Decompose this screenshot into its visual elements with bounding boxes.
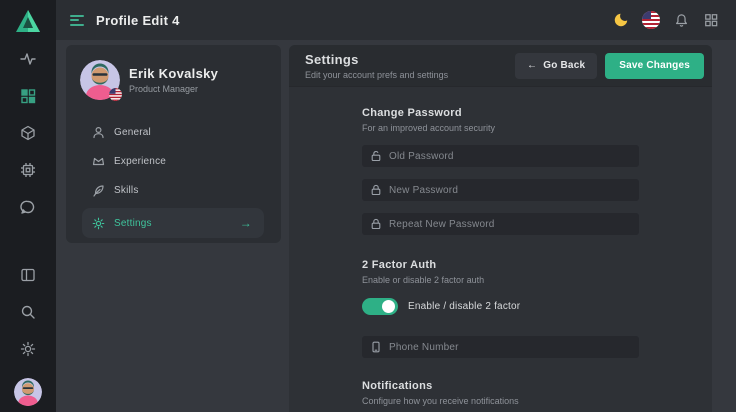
- phone-number-input[interactable]: [389, 342, 631, 353]
- crown-icon: [92, 155, 105, 168]
- phone-number-field[interactable]: [362, 336, 639, 358]
- settings-form: Change Password For an improved account …: [362, 107, 639, 406]
- settings-panel: Settings Edit your account prefs and set…: [289, 45, 712, 412]
- settings-title: Settings: [305, 52, 448, 67]
- menu-item-label: General: [114, 127, 151, 138]
- moon-icon[interactable]: [612, 11, 630, 29]
- right-arrow-icon: →: [240, 216, 252, 230]
- menu-item-label: Settings: [114, 218, 152, 229]
- user-name: Erik Kovalsky: [129, 66, 218, 81]
- gear-icon: [92, 217, 105, 230]
- phone-icon: [370, 341, 382, 353]
- profile-panel: Erik Kovalsky Product Manager General Ex…: [66, 45, 281, 243]
- toggle-knob: [382, 300, 395, 313]
- chat-icon[interactable]: [20, 199, 36, 215]
- lock-icon: [370, 218, 382, 230]
- section-change-password: Change Password For an improved account …: [362, 107, 639, 235]
- menu-item-label: Experience: [114, 156, 166, 167]
- sidebar: [0, 0, 56, 412]
- section-subtitle: For an improved account security: [362, 123, 639, 133]
- settings-header: Settings Edit your account prefs and set…: [289, 45, 712, 87]
- avatar: [80, 60, 120, 100]
- section-subtitle: Configure how you receive notifications: [362, 396, 639, 406]
- user-avatar[interactable]: [14, 378, 42, 406]
- gear-icon[interactable]: [20, 341, 36, 357]
- section-subtitle: Enable or disable 2 factor auth: [362, 275, 639, 285]
- settings-subtitle: Edit your account prefs and settings: [305, 70, 448, 80]
- go-back-button[interactable]: ←Go Back: [515, 53, 597, 79]
- two-factor-toggle[interactable]: [362, 298, 398, 315]
- app-logo-icon[interactable]: [14, 8, 42, 34]
- apps-grid-icon[interactable]: [702, 11, 720, 29]
- feather-icon: [92, 184, 105, 197]
- old-password-field[interactable]: [362, 145, 639, 167]
- us-flag-icon[interactable]: [642, 11, 660, 29]
- left-arrow-icon: ←: [527, 60, 537, 71]
- save-changes-button[interactable]: Save Changes: [605, 53, 704, 79]
- old-password-input[interactable]: [389, 151, 631, 162]
- cpu-icon[interactable]: [20, 162, 36, 178]
- section-two-factor: 2 Factor Auth Enable or disable 2 factor…: [362, 259, 639, 358]
- repeat-password-input[interactable]: [389, 219, 631, 230]
- user-role: Product Manager: [129, 84, 218, 94]
- section-title: 2 Factor Auth: [362, 259, 639, 271]
- cube-icon[interactable]: [20, 125, 36, 141]
- lock-icon: [370, 184, 382, 196]
- menu-item-settings[interactable]: Settings →: [82, 208, 264, 238]
- menu-icon[interactable]: [70, 15, 84, 26]
- new-password-field[interactable]: [362, 179, 639, 201]
- page-title: Profile Edit 4: [96, 13, 180, 28]
- layout-icon[interactable]: [20, 267, 36, 283]
- repeat-password-field[interactable]: [362, 213, 639, 235]
- menu-item-skills[interactable]: Skills: [66, 176, 281, 205]
- activity-icon[interactable]: [20, 51, 36, 67]
- dashboard-grid-icon[interactable]: [20, 88, 36, 104]
- person-icon: [92, 126, 105, 139]
- toggle-label: Enable / disable 2 factor: [408, 301, 520, 312]
- section-notifications: Notifications Configure how you receive …: [362, 380, 639, 406]
- new-password-input[interactable]: [389, 185, 631, 196]
- section-title: Notifications: [362, 380, 639, 392]
- menu-item-label: Skills: [114, 185, 139, 196]
- lock-icon: [370, 150, 382, 162]
- topbar: Profile Edit 4: [56, 0, 736, 40]
- search-icon[interactable]: [20, 304, 36, 320]
- section-title: Change Password: [362, 107, 639, 119]
- menu-item-general[interactable]: General: [66, 118, 281, 147]
- menu-item-experience[interactable]: Experience: [66, 147, 281, 176]
- us-flag-badge-icon: [109, 88, 122, 101]
- bell-icon[interactable]: [672, 11, 690, 29]
- profile-menu: General Experience Skills: [66, 118, 281, 238]
